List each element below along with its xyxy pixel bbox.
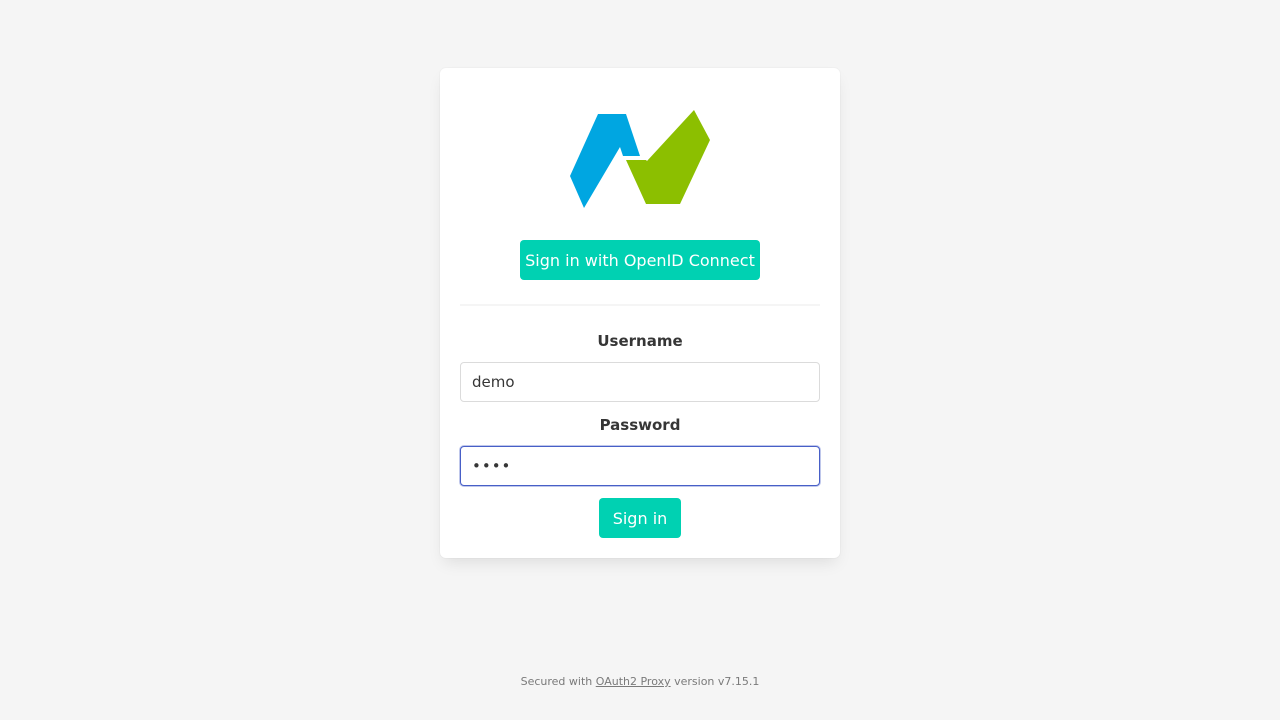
username-input[interactable] xyxy=(460,362,820,402)
section-divider xyxy=(460,304,820,306)
password-label: Password xyxy=(599,416,681,434)
logo-container xyxy=(440,110,840,212)
footer-prefix: Secured with xyxy=(520,675,593,688)
password-input[interactable] xyxy=(460,446,820,486)
username-label: Username xyxy=(597,332,683,350)
login-page: Sign in with OpenID Connect Username Pas… xyxy=(0,0,1280,720)
signin-button[interactable]: Sign in xyxy=(599,498,681,538)
oidc-signin-button[interactable]: Sign in with OpenID Connect xyxy=(520,240,760,280)
oauth2-proxy-link[interactable]: OAuth2 Proxy xyxy=(596,675,671,688)
footer: Secured with OAuth2 Proxy version v7.15.… xyxy=(0,675,1280,688)
brand-logo-icon xyxy=(570,110,710,208)
footer-version: version v7.15.1 xyxy=(674,675,760,688)
login-card: Sign in with OpenID Connect Username Pas… xyxy=(440,68,840,558)
